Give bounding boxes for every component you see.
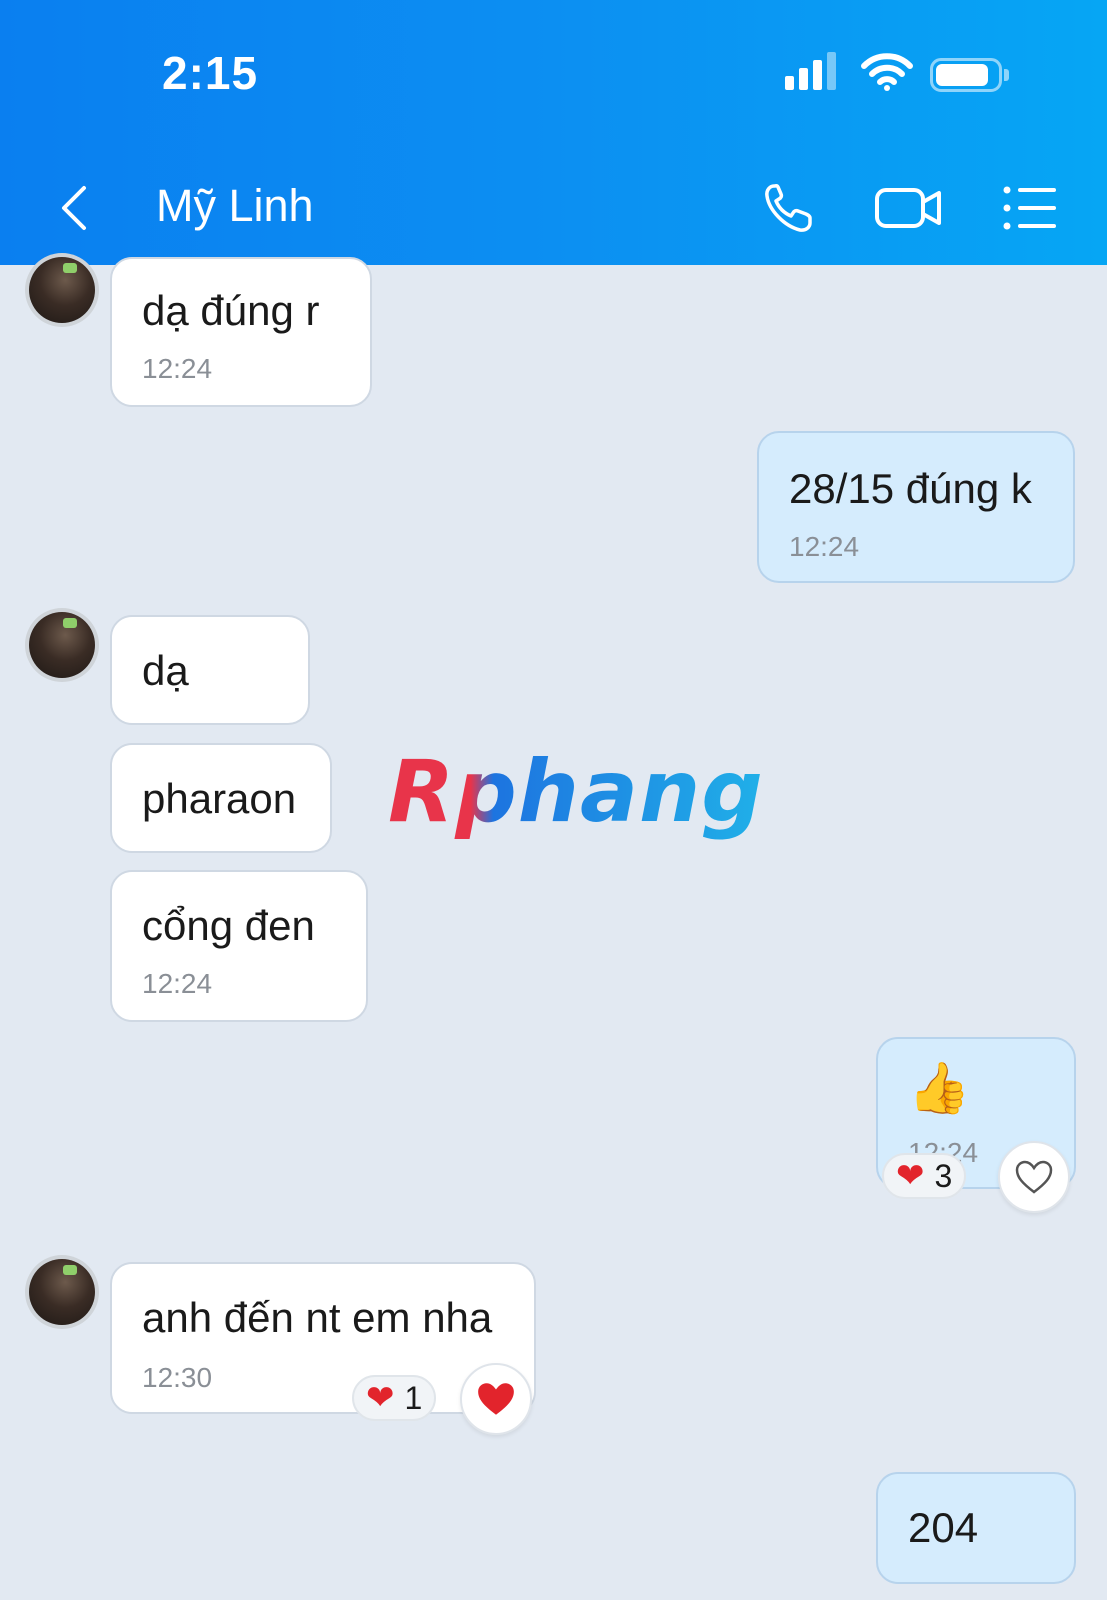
battery-icon (930, 58, 1009, 92)
reaction-summary[interactable]: ❤ 3 (882, 1153, 967, 1199)
message-text: anh đến nt em nha (142, 1294, 493, 1341)
reaction-summary[interactable]: ❤ 1 (352, 1375, 437, 1421)
status-icons (785, 52, 1015, 96)
video-camera-icon[interactable] (873, 180, 945, 236)
message-text: 204 (908, 1504, 979, 1551)
cellular-signal-icon (785, 52, 845, 92)
heart-filled-icon (478, 1383, 514, 1415)
message-bubble-incoming[interactable]: dạ đúng r 12:24 (110, 257, 372, 407)
status-time: 2:15 (162, 47, 259, 99)
message-bubble-outgoing[interactable]: 28/15 đúng k 12:24 (757, 431, 1075, 583)
message-text: dạ đúng r (142, 287, 320, 334)
message-text: pharaon (142, 775, 297, 822)
list-menu-icon[interactable] (1000, 180, 1060, 236)
phone-icon[interactable] (760, 180, 820, 236)
thumbs-up-emoji: 👍 (908, 1060, 971, 1116)
contact-name[interactable]: Mỹ Linh (156, 180, 314, 232)
reaction-count: 1 (404, 1379, 423, 1416)
message-time: 12:30 (142, 1362, 213, 1393)
react-button[interactable] (998, 1141, 1070, 1213)
message-bubble-outgoing[interactable]: 204 (876, 1472, 1076, 1584)
avatar[interactable] (25, 253, 99, 327)
message-time: 12:24 (142, 353, 213, 384)
avatar[interactable] (25, 608, 99, 682)
wifi-icon (861, 53, 913, 91)
reaction-count: 3 (934, 1157, 953, 1194)
message-text: dạ (142, 647, 189, 694)
watermark-logo: Rphang (388, 742, 764, 842)
heart-icon: ❤ (896, 1157, 925, 1195)
chat-header: 2:15 Mỹ Linh (0, 0, 1107, 265)
back-button[interactable] (52, 180, 98, 236)
react-button[interactable] (460, 1363, 532, 1435)
message-text: 28/15 đúng k (789, 465, 1032, 512)
message-bubble-incoming[interactable]: dạ (110, 615, 310, 725)
message-bubble-incoming[interactable]: pharaon (110, 743, 332, 853)
heart-outline-icon (1015, 1160, 1053, 1194)
chat-messages[interactable]: dạ đúng r 12:24 28/15 đúng k 12:24 dạ ph… (0, 253, 1107, 1600)
message-time: 12:24 (789, 531, 860, 562)
avatar[interactable] (25, 1255, 99, 1329)
message-time: 12:24 (142, 968, 213, 999)
heart-icon: ❤ (366, 1379, 395, 1417)
message-bubble-incoming[interactable]: cổng đen 12:24 (110, 870, 368, 1022)
message-text: cổng đen (142, 902, 315, 949)
